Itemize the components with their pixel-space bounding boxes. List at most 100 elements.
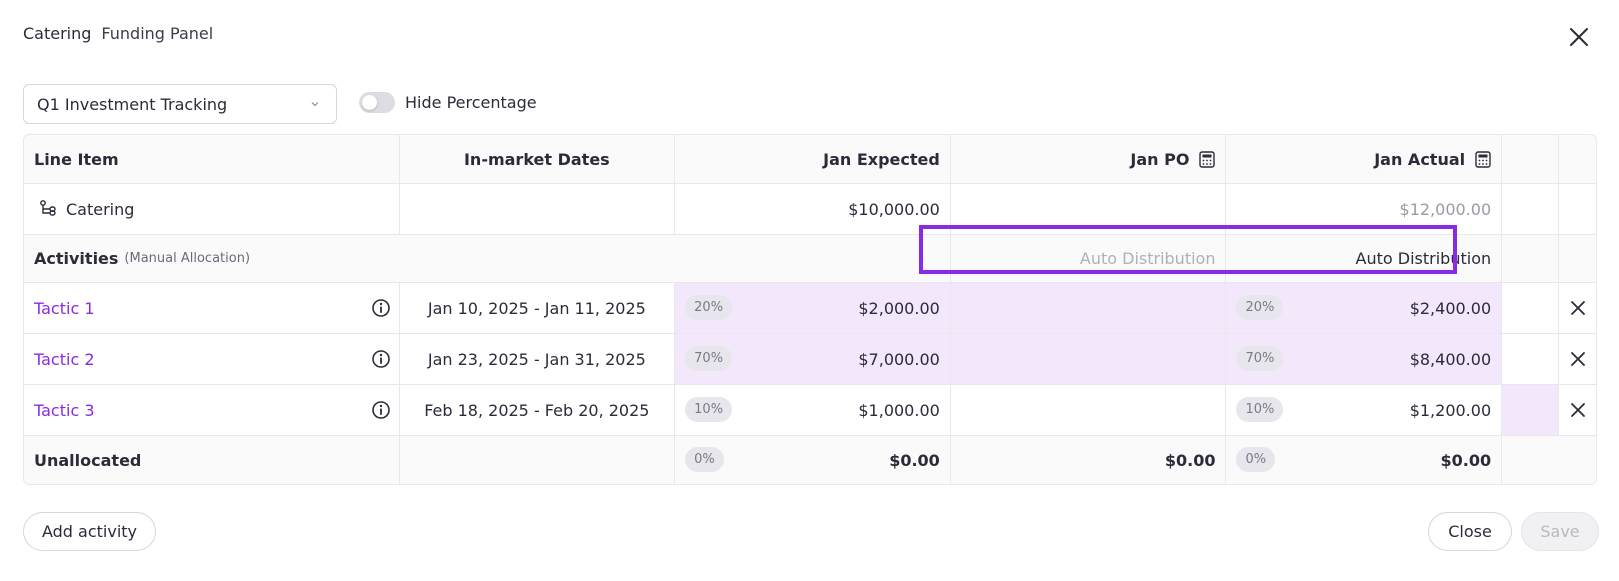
table-row-tactic: Tactic 3 Feb 18, 2025 - Feb 20, 2025 10%… <box>24 385 1596 436</box>
activities-jan-expected <box>675 235 951 282</box>
remove-icon[interactable] <box>1570 300 1586 316</box>
header-jan-po-label: Jan PO <box>1130 149 1190 169</box>
tactic-jan-po[interactable] <box>950 334 1227 384</box>
activities-dates <box>400 235 676 282</box>
tactic-jan-expected[interactable]: 20% $2,000.00 <box>675 283 951 333</box>
close-icon[interactable] <box>1568 26 1590 48</box>
tactic-jan-actual-value: $8,400.00 <box>1409 349 1492 369</box>
percentage-badge: 20% <box>685 295 733 320</box>
unallocated-jan-actual-value: $0.00 <box>1440 450 1492 470</box>
catering-actions <box>1559 184 1596 234</box>
actual-auto-distribution: Auto Distribution <box>1355 249 1492 268</box>
header-dates: In-market Dates <box>400 135 676 183</box>
tactic-actions <box>1559 283 1596 333</box>
hide-percentage-label: Hide Percentage <box>405 93 537 112</box>
tactic-jan-expected-value: $1,000.00 <box>858 400 940 420</box>
catering-jan-actual: $12,000.00 <box>1226 184 1503 234</box>
tactic-spacer <box>1502 334 1560 384</box>
catering-jan-expected-value: $10,000.00 <box>848 199 940 219</box>
add-activity-button[interactable]: Add activity <box>23 512 156 551</box>
header-line-item-label: Line Item <box>34 149 119 169</box>
unallocated-jan-po: $0.00 <box>951 436 1227 484</box>
header-dates-label: In-market Dates <box>463 149 610 169</box>
header-spacer <box>1502 135 1560 183</box>
tactic-link[interactable]: Tactic 3 <box>34 401 95 420</box>
catering-label: Catering <box>66 199 135 219</box>
catering-jan-expected: $10,000.00 <box>675 184 951 234</box>
header-jan-actual: Jan Actual <box>1226 135 1503 183</box>
title-secondary: Funding Panel <box>101 24 214 43</box>
header-jan-expected-label: Jan Expected <box>823 149 940 169</box>
tactic-jan-actual[interactable]: 70% $8,400.00 <box>1226 334 1503 384</box>
po-auto-distribution: Auto Distribution <box>1079 249 1216 268</box>
tactic-jan-po[interactable] <box>951 385 1227 435</box>
table-row-catering: Catering $10,000.00 $12,000.00 <box>24 184 1596 235</box>
calculator-icon[interactable] <box>1475 150 1491 168</box>
unallocated-jan-po-value: $0.00 <box>1164 450 1216 470</box>
catering-spacer <box>1502 184 1560 234</box>
unallocated-actions <box>1559 436 1596 484</box>
unallocated-dates <box>400 436 676 484</box>
header-jan-po: Jan PO <box>951 135 1227 183</box>
panel-title: Catering Funding Panel <box>23 24 213 43</box>
tactic-dates: Feb 18, 2025 - Feb 20, 2025 <box>400 385 676 435</box>
table-row-tactic: Tactic 1 Jan 10, 2025 - Jan 11, 2025 20%… <box>24 283 1596 334</box>
percentage-badge: 70% <box>1236 346 1284 371</box>
catering-jan-po <box>951 184 1227 234</box>
tactic-dates: Jan 10, 2025 - Jan 11, 2025 <box>400 283 676 333</box>
info-icon[interactable] <box>371 298 391 318</box>
tactic-line-item: Tactic 3 <box>24 385 400 435</box>
funding-table: Line Item In-market Dates Jan Expected J… <box>23 134 1597 485</box>
unallocated-jan-expected-value: $0.00 <box>889 450 940 470</box>
remove-icon[interactable] <box>1570 402 1586 418</box>
activities-spacer <box>1502 235 1560 282</box>
hide-percentage-toggle[interactable] <box>359 92 395 113</box>
tactic-dates-value: Jan 10, 2025 - Jan 11, 2025 <box>427 298 646 318</box>
info-icon[interactable] <box>371 349 391 369</box>
percentage-badge: 0% <box>1236 447 1276 472</box>
remove-icon[interactable] <box>1570 351 1586 367</box>
header-jan-expected: Jan Expected <box>675 135 951 183</box>
tactic-jan-expected-value: $2,000.00 <box>858 298 940 318</box>
percentage-badge: 10% <box>1236 397 1284 422</box>
header-line-item: Line Item <box>24 135 400 183</box>
view-select[interactable]: Q1 Investment Tracking <box>23 84 337 124</box>
calculator-icon[interactable] <box>1199 150 1216 168</box>
header-actions <box>1559 135 1596 183</box>
tactic-jan-expected[interactable]: 10% $1,000.00 <box>675 385 951 435</box>
title-primary: Catering <box>23 24 92 43</box>
catering-dates <box>400 184 676 234</box>
close-button[interactable]: Close <box>1428 512 1512 551</box>
unallocated-label: Unallocated <box>34 450 142 470</box>
unallocated-spacer <box>1502 436 1559 484</box>
tactic-jan-expected[interactable]: 70% $7,000.00 <box>675 334 951 384</box>
info-icon[interactable] <box>371 400 391 420</box>
percentage-badge: 20% <box>1236 295 1284 320</box>
tactic-actions <box>1559 334 1596 384</box>
hide-percentage-control: Hide Percentage <box>359 92 537 113</box>
tactic-link[interactable]: Tactic 1 <box>34 299 95 318</box>
activities-jan-po[interactable]: Auto Distribution <box>951 235 1227 282</box>
tactic-jan-actual-value: $1,200.00 <box>1409 400 1492 420</box>
view-select-value: Q1 Investment Tracking <box>37 94 228 114</box>
percentage-badge: 0% <box>685 447 724 472</box>
tactic-jan-expected-value: $7,000.00 <box>858 349 940 369</box>
unallocated-line-item: Unallocated <box>24 436 400 484</box>
tactic-jan-po[interactable] <box>950 283 1227 333</box>
table-row-unallocated: Unallocated 0% $0.00 $0.00 0% $0.00 <box>24 436 1596 484</box>
hierarchy-icon <box>40 200 56 216</box>
catering-line-item: Catering <box>24 184 400 234</box>
activities-label: Activities <box>34 249 119 268</box>
chevron-down-icon <box>311 102 319 107</box>
tactic-dates-value: Jan 23, 2025 - Jan 31, 2025 <box>427 349 646 369</box>
save-button[interactable]: Save <box>1521 512 1599 551</box>
tactic-dates: Jan 23, 2025 - Jan 31, 2025 <box>400 334 676 384</box>
tactic-link[interactable]: Tactic 2 <box>34 350 95 369</box>
activities-sublabel: (Manual Allocation) <box>124 251 251 266</box>
tactic-line-item: Tactic 1 <box>24 283 400 333</box>
activities-jan-actual[interactable]: Auto Distribution <box>1226 235 1503 282</box>
tactic-jan-actual[interactable]: 10% $1,200.00 <box>1226 385 1503 435</box>
tactic-jan-actual[interactable]: 20% $2,400.00 <box>1226 283 1503 333</box>
unallocated-jan-expected: 0% $0.00 <box>675 436 951 484</box>
activities-actions <box>1559 235 1596 282</box>
